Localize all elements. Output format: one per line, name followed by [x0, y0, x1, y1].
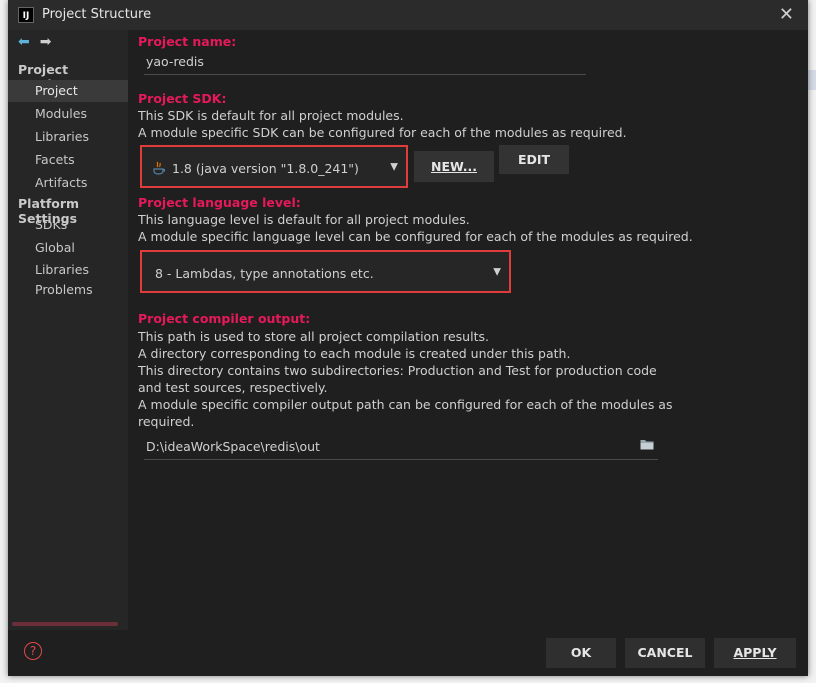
sidebar-item-label: SDKs — [35, 217, 68, 232]
sidebar-item-artifacts[interactable]: Artifacts — [8, 172, 128, 194]
java-icon — [153, 161, 165, 175]
language-level-value: 8 - Lambdas, type annotations etc. — [155, 266, 374, 281]
language-description-1: This language level is default for all p… — [138, 212, 470, 227]
cancel-button[interactable]: CANCEL — [625, 638, 705, 668]
sidebar-item-facets[interactable]: Facets — [8, 149, 128, 171]
output-description-1: This path is used to store all project c… — [138, 329, 489, 344]
project-structure-dialog: IJ Project Structure ✕ ⬅➡ Project Settin… — [8, 0, 808, 676]
intellij-logo-icon: IJ — [18, 7, 34, 23]
project-name-input[interactable]: yao-redis — [144, 52, 586, 75]
forward-arrow-icon[interactable]: ➡ — [40, 34, 52, 50]
output-description-2: A directory corresponding to each module… — [138, 346, 571, 361]
sdk-edit-button[interactable]: EDIT — [499, 145, 569, 174]
sidebar-item-global-libraries[interactable]: Global Libraries — [8, 237, 128, 277]
nav-arrows: ⬅ ➡ — [18, 34, 61, 50]
output-description-3: This directory contains two subdirectori… — [138, 363, 657, 395]
language-description-2: A module specific language level can be … — [138, 229, 693, 244]
dropdown-arrow-icon: ▼ — [390, 161, 398, 172]
dropdown-arrow-icon: ▼ — [493, 266, 501, 277]
sidebar-item-label: Artifacts — [35, 175, 88, 190]
compiler-output-label: Project compiler output: — [138, 311, 311, 326]
sidebar-item-sdks[interactable]: SDKs — [8, 214, 128, 236]
sidebar: ⬅➡ Project Settings Project Modules Libr… — [8, 30, 128, 630]
sdk-new-button[interactable]: NEW... — [414, 151, 494, 182]
project-sdk-label: Project SDK: — [138, 91, 227, 106]
language-level-label: Project language level: — [138, 195, 301, 210]
window-title: Project Structure — [42, 7, 152, 22]
compiler-output-value: D:\ideaWorkSpace\redis\out — [146, 439, 320, 454]
sidebar-item-label: Facets — [35, 152, 75, 167]
output-description-4: A module specific compiler output path c… — [138, 397, 673, 429]
sidebar-item-label: Project — [35, 83, 78, 98]
project-name-label: Project name: — [138, 34, 237, 49]
apply-button[interactable]: APPLY — [714, 638, 796, 668]
sidebar-item-problems[interactable]: Problems — [8, 279, 128, 301]
back-arrow-icon[interactable]: ⬅ — [18, 34, 30, 50]
title-bar: IJ Project Structure ✕ — [8, 0, 808, 30]
sidebar-item-label: Modules — [35, 106, 87, 121]
help-icon[interactable]: ? — [24, 642, 42, 660]
sidebar-item-project[interactable]: Project — [8, 80, 128, 102]
dialog-footer: ? OK CANCEL APPLY — [8, 630, 808, 676]
language-level-dropdown[interactable]: 8 - Lambdas, type annotations etc. ▼ — [140, 250, 511, 293]
sidebar-item-modules[interactable]: Modules — [8, 103, 128, 125]
sidebar-item-libraries[interactable]: Libraries — [8, 126, 128, 148]
folder-icon[interactable] — [640, 439, 654, 450]
sidebar-item-label: Global Libraries — [35, 240, 89, 277]
main-panel: Project name: yao-redis Project SDK: Thi… — [128, 30, 808, 630]
background-row — [808, 70, 816, 90]
sidebar-item-label: Problems — [35, 282, 93, 297]
sdk-description-1: This SDK is default for all project modu… — [138, 108, 404, 123]
sidebar-scrollbar[interactable] — [12, 622, 118, 626]
compiler-output-input[interactable]: D:\ideaWorkSpace\redis\out — [144, 437, 658, 460]
sdk-dropdown-value: 1.8 (java version "1.8.0_241") — [172, 161, 359, 176]
ok-button[interactable]: OK — [546, 638, 616, 668]
sdk-dropdown[interactable]: 1.8 (java version "1.8.0_241") ▼ — [140, 145, 408, 188]
sdk-description-2: A module specific SDK can be configured … — [138, 125, 627, 140]
sidebar-item-label: Libraries — [35, 129, 89, 144]
close-icon[interactable]: ✕ — [779, 4, 794, 25]
